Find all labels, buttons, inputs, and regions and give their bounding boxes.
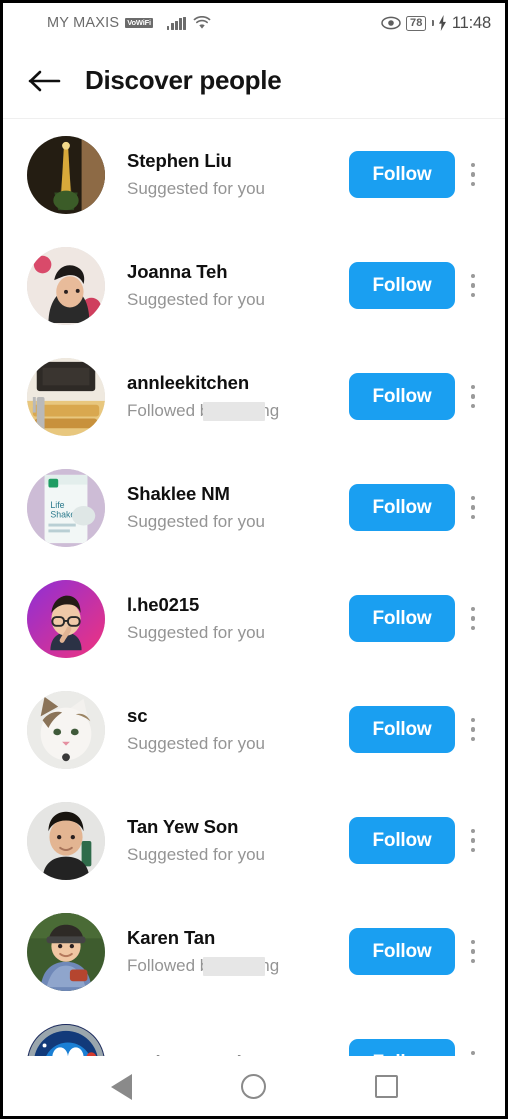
android-nav-bar	[3, 1056, 505, 1116]
more-options-icon[interactable]	[455, 1040, 491, 1057]
clock-label: 11:48	[451, 13, 491, 32]
carrier-label: MY MAXIS	[47, 15, 120, 31]
follow-button[interactable]: Follow	[349, 817, 455, 864]
subtitle-label: Followed by penang	[127, 401, 279, 421]
wifi-icon	[193, 16, 211, 30]
follow-button[interactable]: Follow	[349, 595, 455, 642]
subtitle-label: Suggested for you	[127, 290, 265, 309]
username-label: Tan Yew Son	[127, 816, 239, 837]
people-list[interactable]: Stephen Liu Suggested for you Follow Joanna…	[3, 119, 505, 1056]
android-recents-icon[interactable]	[364, 1064, 410, 1110]
charging-bolt-icon	[438, 15, 447, 31]
subtitle-label: Suggested for you	[127, 512, 265, 531]
android-home-icon[interactable]	[231, 1064, 277, 1110]
follow-button[interactable]: Follow	[349, 373, 455, 420]
svg-text:Shake: Shake	[50, 509, 75, 519]
subtitle-label: Suggested for you	[127, 845, 265, 864]
list-item-text: Karen Tan Followed by penang	[127, 927, 349, 976]
status-bar: MY MAXIS VoWiFi 78 11:48	[3, 3, 505, 43]
subtitle-label: Followed by penang	[127, 956, 279, 976]
list-item[interactable]: Stephen Liu Suggested for you Follow	[3, 119, 505, 230]
list-item[interactable]: Eetheng YeohFollow	[3, 1007, 505, 1056]
avatar[interactable]	[27, 912, 105, 991]
follow-button[interactable]: Follow	[349, 1039, 455, 1056]
avatar[interactable]	[27, 579, 105, 658]
vowifi-badge: VoWiFi	[125, 17, 153, 29]
list-item-text: Tan Yew Son Suggested for you	[127, 816, 349, 865]
phone-screen: MY MAXIS VoWiFi 78 11:48 Discover people…	[3, 3, 505, 1116]
list-item[interactable]: sc Suggested for you Follow	[3, 674, 505, 785]
username-label: annleekitchen	[127, 372, 250, 393]
list-item-text: Stephen Liu Suggested for you	[127, 150, 349, 199]
more-options-icon[interactable]	[455, 485, 491, 531]
eye-icon	[381, 16, 402, 30]
list-item[interactable]: Karen Tan Followed by penang Follow	[3, 896, 505, 1007]
avatar[interactable]	[27, 690, 105, 769]
more-options-icon[interactable]	[455, 263, 491, 309]
list-item-text: annleekitchen Followed by penang	[127, 372, 349, 421]
avatar[interactable]: Life Shake	[27, 468, 105, 547]
avatar[interactable]	[27, 1023, 105, 1056]
username-label: Karen Tan	[127, 927, 216, 948]
follow-button[interactable]: Follow	[349, 706, 455, 753]
list-item-text: Shaklee NM Suggested for you	[127, 483, 349, 532]
battery-indicator: 78	[406, 15, 426, 31]
battery-tip-icon	[431, 20, 434, 26]
list-item[interactable]: Life Shake Shaklee NM Suggested for you Foll…	[3, 452, 505, 563]
more-options-icon[interactable]	[455, 374, 491, 420]
redaction-box	[203, 957, 265, 976]
list-item-text: Joanna Teh Suggested for you	[127, 261, 349, 310]
username-label: Shaklee NM	[127, 483, 230, 504]
list-item-text: l.he0215 Suggested for you	[127, 594, 349, 643]
avatar[interactable]	[27, 246, 105, 325]
avatar[interactable]	[27, 357, 105, 436]
more-options-icon[interactable]	[455, 929, 491, 975]
page-title: Discover people	[85, 65, 282, 95]
list-item[interactable]: annleekitchen Followed by penang Follow	[3, 341, 505, 452]
avatar[interactable]	[27, 135, 105, 214]
username-label: Joanna Teh	[127, 261, 228, 282]
page-header: Discover people	[3, 43, 505, 119]
follow-button[interactable]: Follow	[349, 484, 455, 531]
more-options-icon[interactable]	[455, 818, 491, 864]
subtitle-label: Suggested for you	[127, 623, 265, 642]
list-item[interactable]: Tan Yew Son Suggested for you Follow	[3, 785, 505, 896]
list-item[interactable]: l.he0215 Suggested for you Follow	[3, 563, 505, 674]
list-item-text: sc Suggested for you	[127, 705, 349, 754]
subtitle-label: Suggested for you	[127, 179, 265, 198]
username-label: sc	[127, 705, 148, 726]
android-back-icon[interactable]	[98, 1064, 144, 1110]
back-arrow-icon[interactable]	[23, 59, 67, 103]
svg-text:Life: Life	[50, 500, 64, 510]
more-options-icon[interactable]	[455, 596, 491, 642]
username-label: l.he0215	[127, 594, 200, 615]
follow-button[interactable]: Follow	[349, 262, 455, 309]
follow-button[interactable]: Follow	[349, 151, 455, 198]
signal-bars-icon	[166, 16, 186, 30]
more-options-icon[interactable]	[455, 707, 491, 753]
follow-button[interactable]: Follow	[349, 928, 455, 975]
more-options-icon[interactable]	[455, 152, 491, 198]
list-item[interactable]: Joanna Teh Suggested for you Follow	[3, 230, 505, 341]
redaction-box	[203, 402, 265, 421]
subtitle-label: Suggested for you	[127, 734, 265, 753]
avatar[interactable]	[27, 801, 105, 880]
username-label: Stephen Liu	[127, 150, 232, 171]
